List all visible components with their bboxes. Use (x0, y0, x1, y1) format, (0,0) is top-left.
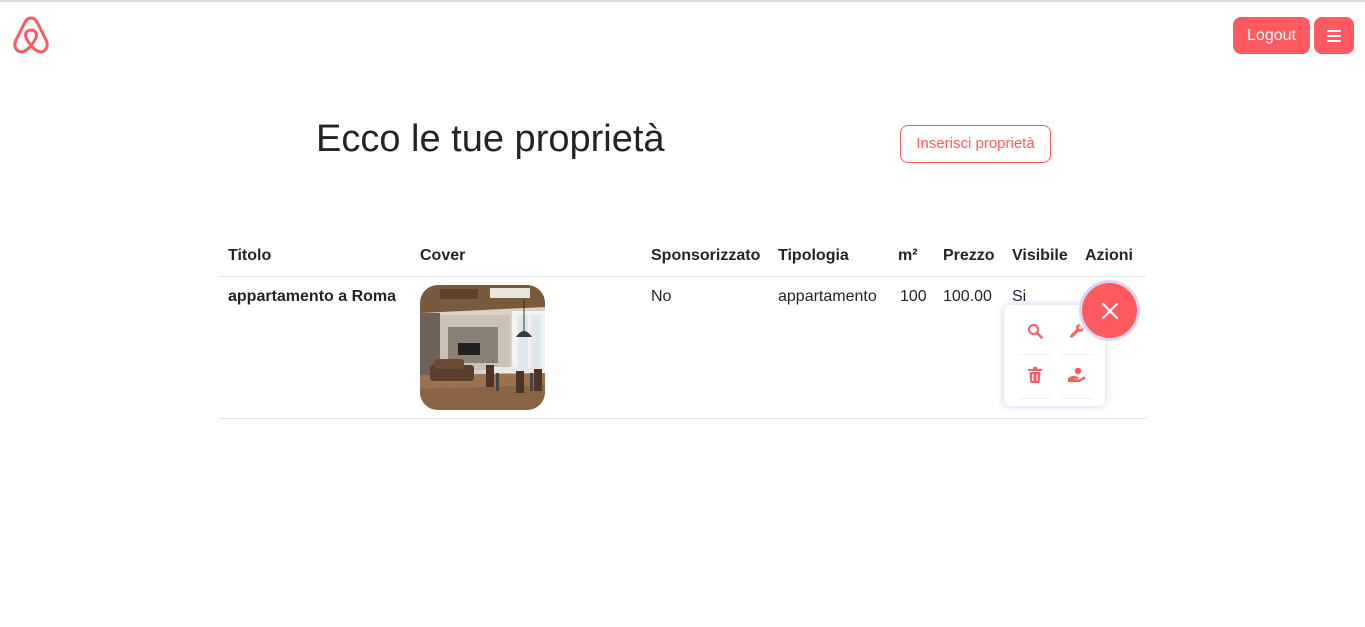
cell-titolo: appartamento a Roma (228, 288, 397, 305)
column-header-titolo: Titolo (228, 247, 272, 264)
logout-button[interactable]: Logout (1233, 17, 1310, 54)
page-title: Ecco le tue proprietà (316, 118, 665, 160)
close-icon (1101, 302, 1118, 319)
close-actions-button[interactable] (1082, 283, 1137, 338)
column-header-prezzo: Prezzo (943, 247, 995, 264)
cell-prezzo: 100.00 (943, 288, 992, 305)
cell-visibile: Si (1012, 288, 1027, 305)
column-header-tipologia: Tipologia (778, 247, 849, 264)
table-header-row: Titolo Cover Sponsorizzato Tipologia m² … (220, 237, 1146, 277)
hamburger-icon (1327, 29, 1341, 42)
column-header-visibile: Visibile (1012, 247, 1068, 264)
sponsor-hand-icon[interactable] (1061, 359, 1093, 391)
action-divider (1019, 354, 1051, 355)
action-divider (1061, 354, 1093, 355)
trash-icon[interactable] (1019, 359, 1051, 391)
column-header-sponsorizzato: Sponsorizzato (651, 247, 761, 264)
cover-image (420, 285, 545, 410)
cell-mq: 100 (900, 288, 927, 305)
cell-sponsorizzato: No (651, 288, 672, 305)
cell-tipologia: appartamento (778, 288, 877, 305)
insert-property-button[interactable]: Inserisci proprietà (900, 125, 1051, 163)
top-border (0, 0, 1365, 2)
search-icon[interactable] (1019, 315, 1051, 347)
column-header-azioni: Azioni (1085, 247, 1133, 264)
action-divider (1061, 398, 1093, 399)
hamburger-menu-button[interactable] (1314, 17, 1354, 54)
airbnb-logo-icon[interactable] (12, 15, 50, 55)
action-divider (1019, 398, 1051, 399)
column-header-cover: Cover (420, 247, 466, 264)
column-header-mq: m² (898, 247, 918, 264)
